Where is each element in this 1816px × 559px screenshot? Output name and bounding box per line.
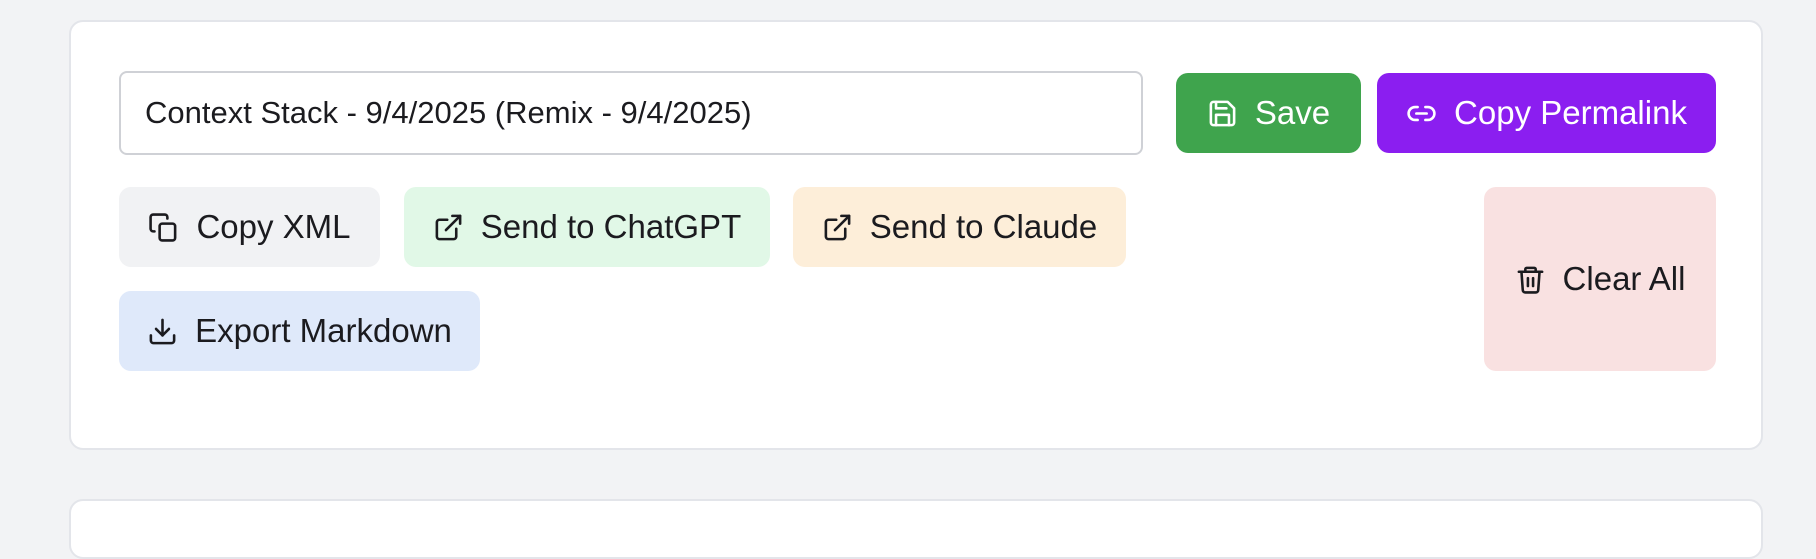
stack-title-input[interactable] [119, 71, 1143, 155]
send-to-chatgpt-label: Send to ChatGPT [480, 208, 742, 245]
send-to-claude-button[interactable]: Send to Claude [793, 187, 1126, 267]
link-icon [1406, 98, 1437, 129]
trash-icon [1515, 264, 1546, 295]
copy-xml-label: Copy XML [196, 208, 351, 245]
save-button-label: Save [1254, 94, 1331, 131]
send-to-chatgpt-button[interactable]: Send to ChatGPT [404, 187, 770, 267]
export-markdown-button[interactable]: Export Markdown [119, 291, 480, 371]
stack-toolbar-card: Save Copy Permalink Copy XML Send to Cha… [69, 20, 1763, 450]
export-markdown-label: Export Markdown [195, 312, 452, 349]
clear-all-label: Clear All [1562, 260, 1686, 297]
next-section-card [69, 499, 1763, 559]
send-to-claude-label: Send to Claude [869, 208, 1098, 245]
clear-all-button[interactable]: Clear All [1484, 187, 1716, 371]
download-icon [147, 316, 178, 347]
external-link-icon [433, 212, 464, 243]
copy-xml-button[interactable]: Copy XML [119, 187, 380, 267]
save-button[interactable]: Save [1176, 73, 1361, 153]
copy-permalink-label: Copy Permalink [1454, 94, 1687, 131]
external-link-icon [822, 212, 853, 243]
save-icon [1207, 98, 1238, 129]
copy-permalink-button[interactable]: Copy Permalink [1377, 73, 1716, 153]
copy-icon [148, 212, 179, 243]
